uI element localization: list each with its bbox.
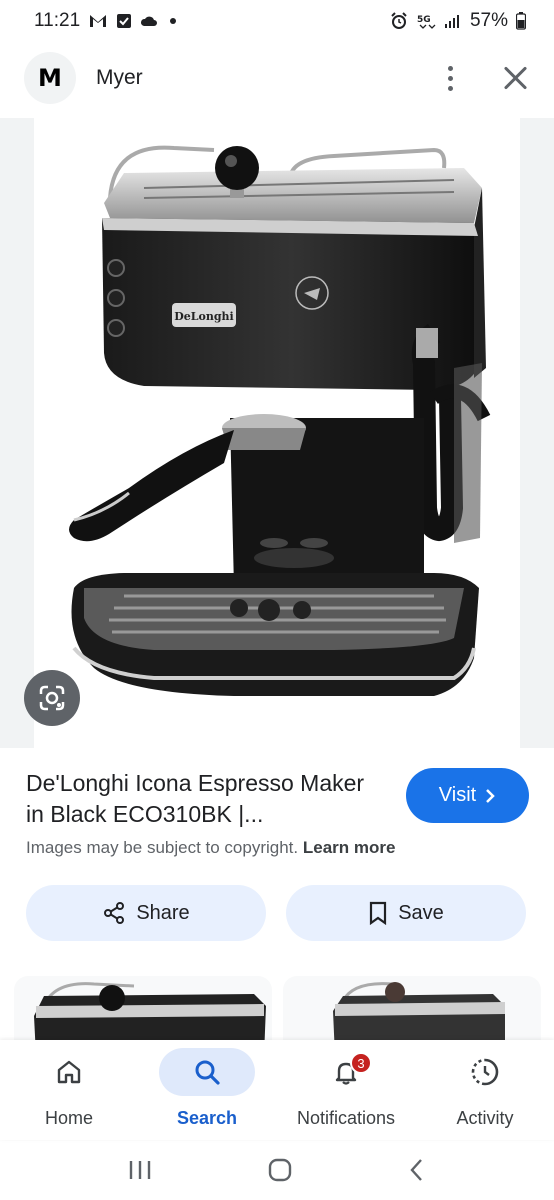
nav-search-icon-wrap bbox=[159, 1048, 255, 1096]
nav-home[interactable]: Home bbox=[0, 1040, 138, 1140]
svg-text:5G: 5G bbox=[417, 15, 431, 25]
save-button[interactable]: Save bbox=[286, 885, 526, 941]
more-vert-icon[interactable] bbox=[440, 65, 460, 91]
nav-activity-icon-wrap bbox=[437, 1048, 533, 1096]
activity-icon bbox=[471, 1058, 499, 1086]
nav-home-icon-wrap bbox=[21, 1048, 117, 1096]
site-logo[interactable]: M bbox=[24, 52, 76, 104]
gmail-icon bbox=[88, 11, 108, 31]
top-bar: M Myer bbox=[0, 46, 554, 110]
visit-button[interactable]: Visit bbox=[406, 768, 529, 823]
google-lens-button[interactable] bbox=[24, 670, 80, 726]
clock: 11:21 bbox=[34, 10, 81, 31]
close-icon[interactable] bbox=[502, 64, 530, 92]
status-left: 11:21 bbox=[34, 10, 177, 32]
product-image[interactable]: DeLonghi bbox=[34, 118, 520, 748]
image-viewer: DeLonghi bbox=[0, 118, 554, 748]
status-bar: 11:21 5G 57% bbox=[0, 0, 554, 42]
nav-notifications[interactable]: 3 Notifications bbox=[277, 1040, 415, 1140]
lens-icon bbox=[39, 685, 65, 711]
cloud-icon bbox=[140, 11, 158, 31]
share-button[interactable]: Share bbox=[26, 885, 266, 941]
nav-search[interactable]: Search bbox=[138, 1040, 276, 1140]
learn-more-link[interactable]: Learn more bbox=[303, 838, 396, 857]
copyright-text: Images may be subject to copyright. bbox=[26, 838, 299, 857]
share-icon bbox=[104, 902, 125, 924]
save-label: Save bbox=[398, 901, 444, 924]
result-title[interactable]: De'Longhi Icona Espresso Maker in Black … bbox=[26, 768, 386, 830]
system-nav-bar bbox=[0, 1140, 554, 1200]
nav-notifications-label: Notifications bbox=[296, 1108, 396, 1128]
home-circle-icon[interactable] bbox=[267, 1157, 293, 1183]
nav-home-label: Home bbox=[44, 1108, 93, 1128]
battery-percent: 57% bbox=[469, 10, 508, 31]
notification-dot-icon bbox=[170, 18, 177, 24]
bookmark-icon bbox=[370, 901, 387, 925]
home-icon bbox=[57, 1060, 81, 1084]
bottom-nav: Home Search 3 Notifications Activity bbox=[0, 1040, 554, 1140]
nav-search-label: Search bbox=[176, 1108, 238, 1128]
back-icon[interactable] bbox=[407, 1157, 427, 1183]
alarm-icon bbox=[390, 11, 408, 31]
copyright-notice: Images may be subject to copyright. Lear… bbox=[26, 838, 395, 858]
recent-apps-icon[interactable] bbox=[127, 1158, 153, 1182]
top-actions bbox=[440, 64, 530, 92]
notification-badge: 3 bbox=[350, 1052, 372, 1074]
5g-icon: 5G bbox=[416, 11, 436, 31]
search-icon bbox=[195, 1060, 220, 1085]
visit-label: Visit bbox=[438, 784, 477, 806]
svg-text:DeLonghi: DeLonghi bbox=[174, 310, 233, 323]
signal-icon bbox=[444, 11, 462, 31]
site-name[interactable]: Myer bbox=[96, 66, 143, 90]
nav-activity[interactable]: Activity bbox=[416, 1040, 554, 1140]
status-right: 5G 57% bbox=[390, 10, 526, 32]
nav-notifications-icon-wrap: 3 bbox=[298, 1048, 394, 1096]
check-box-icon bbox=[116, 11, 132, 31]
battery-icon bbox=[516, 11, 526, 31]
chevron-right-icon bbox=[486, 788, 495, 803]
share-label: Share bbox=[136, 901, 190, 924]
nav-activity-label: Activity bbox=[456, 1108, 514, 1128]
